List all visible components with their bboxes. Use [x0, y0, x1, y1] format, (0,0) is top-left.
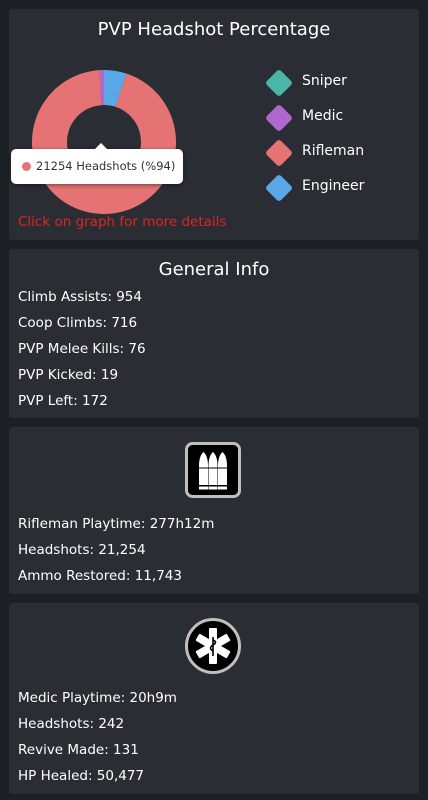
stat-pvp-kicked: PVP Kicked: 19 — [18, 367, 119, 383]
legend-label: Rifleman — [302, 143, 365, 159]
stat-medic-playtime: Medic Playtime: 20h9m — [18, 690, 177, 706]
legend-swatch — [264, 138, 294, 168]
chart-hint-text[interactable]: Click on graph for more details — [18, 214, 226, 230]
general-info-card: General Info Climb Assists: 954 Coop Cli… — [9, 249, 419, 418]
legend-swatch — [264, 68, 294, 98]
legend-swatch — [264, 173, 294, 203]
stat-coop-climbs: Coop Climbs: 716 — [18, 315, 138, 331]
legend-label: Engineer — [302, 178, 365, 194]
pvp-headshot-title: PVP Headshot Percentage — [97, 19, 331, 40]
stat-ammo-restored: Ammo Restored: 11,743 — [18, 568, 182, 584]
medic-cross-icon — [185, 618, 241, 674]
stat-medic-headshots: Headshots: 242 — [18, 716, 125, 732]
ammo-icon — [185, 442, 241, 498]
tooltip-text: 21254 Headshots (%94) — [36, 159, 176, 173]
stat-revive-made: Revive Made: 131 — [18, 742, 139, 758]
legend-swatch — [264, 103, 294, 133]
stat-pvp-melee-kills: PVP Melee Kills: 76 — [18, 341, 146, 357]
stat-climb-assists: Climb Assists: 954 — [18, 289, 142, 305]
chart-tooltip: 21254 Headshots (%94) — [11, 143, 183, 184]
medic-card: Medic Playtime: 20h9m Headshots: 242 Rev… — [9, 603, 419, 794]
tooltip-color-dot — [22, 162, 31, 171]
legend-label: Sniper — [302, 73, 347, 89]
rifleman-card: Rifleman Playtime: 277h12m Headshots: 21… — [9, 427, 419, 594]
stat-hp-healed: HP Healed: 50,477 — [18, 768, 145, 784]
headshot-donut-chart[interactable] — [31, 69, 177, 215]
legend-label: Medic — [302, 108, 344, 124]
tooltip-caret — [95, 143, 107, 149]
pvp-headshot-card: PVP Headshot Percentage Sniper Medic Rif… — [9, 9, 419, 240]
stat-rifleman-playtime: Rifleman Playtime: 277h12m — [18, 516, 215, 532]
general-info-title: General Info — [158, 259, 270, 280]
stat-rifleman-headshots: Headshots: 21,254 — [18, 542, 146, 558]
stat-pvp-left: PVP Left: 172 — [18, 393, 108, 409]
